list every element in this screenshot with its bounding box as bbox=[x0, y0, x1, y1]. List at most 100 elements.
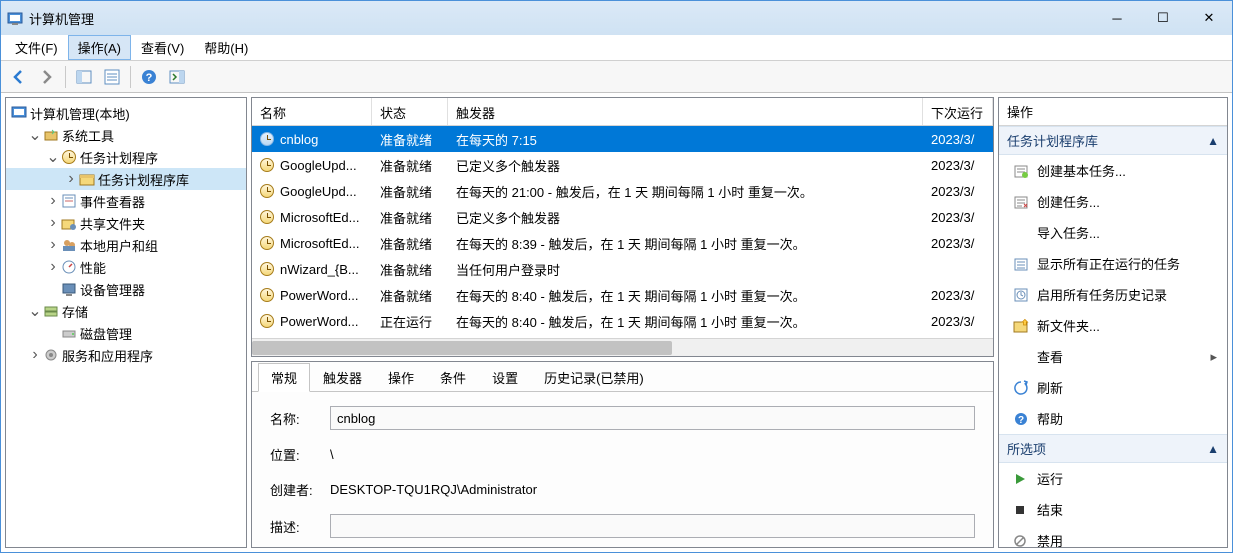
clock-icon bbox=[260, 314, 274, 328]
tree-twisty-icon[interactable]: › bbox=[46, 192, 60, 210]
col-next[interactable]: 下次运行 bbox=[923, 98, 993, 125]
properties-button[interactable] bbox=[100, 65, 124, 89]
tree-item[interactable]: ›服务和应用程序 bbox=[6, 344, 246, 366]
tree-item[interactable]: 设备管理器 bbox=[6, 278, 246, 300]
tree-item[interactable]: › 任务计划程序库 bbox=[6, 168, 246, 190]
action-item[interactable]: 查看▸ bbox=[999, 341, 1227, 372]
task-row[interactable]: cnblog准备就绪在每天的 7:152023/3/ bbox=[252, 126, 993, 152]
tree-item[interactable]: ⌄ 存储 bbox=[6, 300, 246, 322]
action-icon bbox=[1013, 502, 1029, 518]
tree-twisty-icon[interactable]: › bbox=[64, 170, 78, 188]
details-tab[interactable]: 设置 bbox=[479, 363, 531, 391]
tree-twisty-icon[interactable]: › bbox=[46, 214, 60, 232]
body-area: 计算机管理(本地) ⌄系统工具⌄任务计划程序›任务计划程序库›事件查看器›共享文… bbox=[1, 93, 1232, 552]
tree-item[interactable]: ⌄系统工具 bbox=[6, 124, 246, 146]
task-row[interactable]: nWizard_{B...准备就绪当任何用户登录时 bbox=[252, 256, 993, 282]
task-state: 准备就绪 bbox=[372, 283, 448, 308]
tree-item-icon bbox=[60, 192, 78, 210]
col-trigger[interactable]: 触发器 bbox=[448, 98, 923, 125]
task-row[interactable]: PowerWord...正在运行在每天的 8:40 - 触发后，在 1 天 期间… bbox=[252, 308, 993, 334]
tree-item[interactable]: 磁盘管理 bbox=[6, 322, 246, 344]
actions-section-library[interactable]: 任务计划程序库 ▲ bbox=[999, 126, 1227, 155]
task-name: MicrosoftEd... bbox=[280, 236, 359, 251]
action-item[interactable]: 刷新 bbox=[999, 372, 1227, 403]
tree-item-icon bbox=[60, 236, 78, 254]
action-label: 导入任务... bbox=[1037, 223, 1100, 242]
list-body[interactable]: cnblog准备就绪在每天的 7:152023/3/GoogleUpd...准备… bbox=[252, 126, 993, 338]
clock-icon bbox=[260, 288, 274, 302]
close-button[interactable]: ✕ bbox=[1186, 3, 1232, 33]
back-button[interactable] bbox=[7, 65, 31, 89]
clock-icon bbox=[260, 236, 274, 250]
task-next-run: 2023/3/ bbox=[923, 181, 993, 202]
action-label: 查看 bbox=[1037, 347, 1063, 366]
clock-icon bbox=[260, 132, 274, 146]
details-tab[interactable]: 条件 bbox=[427, 363, 479, 391]
details-tab[interactable]: 操作 bbox=[375, 363, 427, 391]
tree-twisty-icon[interactable]: ⌄ bbox=[28, 301, 42, 321]
location-label: 位置: bbox=[270, 445, 330, 464]
tree-root[interactable]: 计算机管理(本地) bbox=[6, 102, 246, 124]
maximize-button[interactable]: ☐ bbox=[1140, 3, 1186, 33]
action-item[interactable]: 创建任务... bbox=[999, 186, 1227, 217]
show-hide-tree-button[interactable] bbox=[72, 65, 96, 89]
details-general-form: 名称: 位置: \ 创建者: DESKTOP-TQU1RQJ\Administr… bbox=[252, 392, 993, 548]
menu-action[interactable]: 操作(A) bbox=[68, 35, 131, 60]
task-row[interactable]: GoogleUpd...准备就绪在每天的 21:00 - 触发后，在 1 天 期… bbox=[252, 178, 993, 204]
task-row[interactable]: PowerWord...准备就绪在每天的 8:40 - 触发后，在 1 天 期间… bbox=[252, 282, 993, 308]
col-name[interactable]: 名称 bbox=[252, 98, 372, 125]
tree-item[interactable]: › 事件查看器 bbox=[6, 190, 246, 212]
task-row[interactable]: GoogleUpd...准备就绪已定义多个触发器2023/3/ bbox=[252, 152, 993, 178]
creator-value: DESKTOP-TQU1RQJ\Administrator bbox=[330, 479, 537, 500]
action-item[interactable]: 结束 bbox=[999, 494, 1227, 525]
task-state: 准备就绪 bbox=[372, 205, 448, 230]
tree-item-label: 事件查看器 bbox=[80, 192, 145, 211]
forward-button[interactable] bbox=[35, 65, 59, 89]
list-header: 名称 状态 触发器 下次运行 bbox=[252, 98, 993, 126]
tree-twisty-icon[interactable]: ⌄ bbox=[28, 125, 42, 145]
minimize-button[interactable]: ─ bbox=[1094, 3, 1140, 33]
tree-item[interactable]: ›性能 bbox=[6, 256, 246, 278]
tree-twisty-icon[interactable]: › bbox=[28, 346, 42, 364]
action-label: 运行 bbox=[1037, 469, 1063, 488]
task-next-run: 2023/3/ bbox=[923, 207, 993, 228]
action-item[interactable]: 导入任务... bbox=[999, 217, 1227, 248]
tree-twisty-icon[interactable]: › bbox=[46, 258, 60, 276]
menu-view[interactable]: 查看(V) bbox=[131, 35, 194, 60]
tree-twisty-icon[interactable]: ⌄ bbox=[46, 147, 60, 167]
col-state[interactable]: 状态 bbox=[372, 98, 448, 125]
action-item[interactable]: 新文件夹... bbox=[999, 310, 1227, 341]
horizontal-scrollbar[interactable] bbox=[252, 338, 993, 356]
action-item[interactable]: 创建基本任务... bbox=[999, 155, 1227, 186]
menu-help[interactable]: 帮助(H) bbox=[194, 35, 258, 60]
menu-file[interactable]: 文件(F) bbox=[5, 35, 68, 60]
details-tab[interactable]: 常规 bbox=[258, 363, 310, 392]
action-item[interactable]: 禁用 bbox=[999, 525, 1227, 556]
tree-pane[interactable]: 计算机管理(本地) ⌄系统工具⌄任务计划程序›任务计划程序库›事件查看器›共享文… bbox=[5, 97, 247, 548]
action-label: 新文件夹... bbox=[1037, 316, 1100, 335]
center-column: 名称 状态 触发器 下次运行 cnblog准备就绪在每天的 7:152023/3… bbox=[251, 97, 994, 548]
action-item[interactable]: 启用所有任务历史记录 bbox=[999, 279, 1227, 310]
help-button[interactable]: ? bbox=[137, 65, 161, 89]
description-field[interactable] bbox=[330, 514, 975, 538]
tree-item-label: 任务计划程序库 bbox=[98, 170, 189, 189]
tree-item[interactable]: ›共享文件夹 bbox=[6, 212, 246, 234]
tree-item-label: 存储 bbox=[62, 302, 88, 321]
action-item[interactable]: 运行 bbox=[999, 463, 1227, 494]
details-tab[interactable]: 触发器 bbox=[310, 363, 375, 391]
name-field[interactable] bbox=[330, 406, 975, 430]
action-icon bbox=[1013, 471, 1029, 487]
task-row[interactable]: MicrosoftEd...准备就绪在每天的 8:39 - 触发后，在 1 天 … bbox=[252, 230, 993, 256]
action-item[interactable]: ?帮助 bbox=[999, 403, 1227, 434]
tree-item[interactable]: ⌄ 任务计划程序 bbox=[6, 146, 246, 168]
action-item[interactable]: 显示所有正在运行的任务 bbox=[999, 248, 1227, 279]
tree-item-label: 任务计划程序 bbox=[80, 148, 158, 167]
show-action-pane-button[interactable] bbox=[165, 65, 189, 89]
tree-item[interactable]: ›本地用户和组 bbox=[6, 234, 246, 256]
tree-twisty-icon[interactable]: › bbox=[46, 236, 60, 254]
details-tab[interactable]: 历史记录(已禁用) bbox=[531, 363, 657, 391]
tree-item-icon bbox=[42, 346, 60, 364]
actions-section-selected[interactable]: 所选项 ▲ bbox=[999, 434, 1227, 463]
task-row[interactable]: MicrosoftEd...准备就绪已定义多个触发器2023/3/ bbox=[252, 204, 993, 230]
action-label: 帮助 bbox=[1037, 409, 1063, 428]
